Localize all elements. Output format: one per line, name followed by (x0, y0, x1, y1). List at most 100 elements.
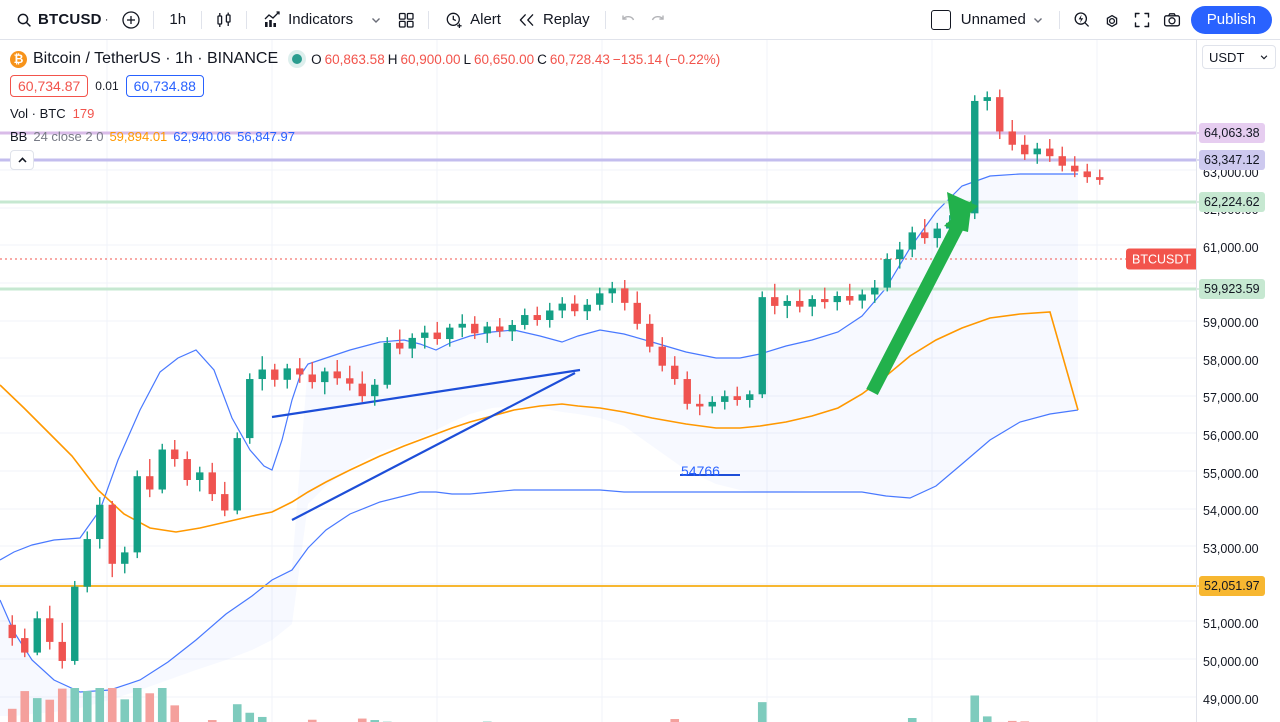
candle-body (1071, 166, 1078, 172)
candle-body (609, 288, 616, 293)
price-level-pill[interactable]: 59,923.59 (1199, 279, 1265, 299)
replay-button[interactable]: Replay (509, 6, 598, 34)
ask-price[interactable]: 60,734.88 (126, 75, 204, 97)
toolbar-divider (428, 11, 429, 29)
candle-body (621, 288, 628, 302)
bollinger-legend[interactable]: BB 24 close 2 0 59,894.01 62,940.06 56,8… (10, 129, 720, 144)
price-level-pill[interactable]: 62,224.62 (1199, 192, 1265, 212)
symbol-search-button[interactable]: BTCUSD · (8, 6, 116, 34)
price-level-pill[interactable]: 63,347.12 (1199, 150, 1265, 170)
change-value: −135.14 (613, 52, 662, 67)
legend-title-row[interactable]: ₿ Bitcoin / TetherUS · 1h · BINANCE O60,… (10, 48, 720, 70)
bid-price[interactable]: 60,734.87 (10, 75, 88, 97)
toolbar-divider (605, 11, 606, 29)
redo-button[interactable] (643, 6, 673, 34)
candle-body (659, 347, 666, 366)
indicators-dropdown-button[interactable] (361, 6, 391, 34)
candle-body (1034, 149, 1041, 155)
market-open-dot (292, 54, 302, 64)
snapshot-button[interactable] (1157, 6, 1187, 34)
currency-label: USDT (1209, 50, 1244, 65)
volume-bar (158, 688, 167, 722)
open-value: 60,863.58 (325, 52, 385, 67)
toolbar-divider (1059, 11, 1060, 29)
candle-body (934, 229, 941, 239)
replay-rewind-icon (517, 10, 537, 30)
ray-price-label[interactable]: 54766 (681, 463, 720, 479)
candle-body (459, 324, 466, 328)
candle-body (1084, 171, 1091, 177)
candle-body (46, 618, 53, 642)
candle-body (121, 552, 128, 563)
candle-body (859, 294, 866, 300)
candle-body (984, 97, 991, 101)
price-tick: 58,000.00 (1203, 354, 1259, 368)
candle-body (921, 232, 928, 238)
candle-body (721, 396, 728, 402)
undo-button[interactable] (613, 6, 643, 34)
candle-body (796, 301, 803, 307)
candle-body (534, 315, 541, 320)
alert-button[interactable]: Alert (436, 6, 509, 34)
volume-bar (70, 688, 79, 722)
plus-circle-icon (121, 10, 141, 30)
volume-bar (95, 688, 104, 722)
indicators-button[interactable]: Indicators (254, 6, 361, 34)
candle-body (771, 297, 778, 306)
open-label: O (311, 52, 322, 67)
candle-body (1009, 131, 1016, 144)
candle-body (221, 494, 228, 510)
volume-bar (58, 689, 67, 722)
price-level-pill[interactable]: 64,063.38 (1199, 123, 1265, 143)
candle-body (409, 338, 416, 349)
chart-canvas[interactable]: ₿ Bitcoin / TetherUS · 1h · BINANCE O60,… (0, 40, 1196, 722)
candle-body (159, 450, 166, 490)
candle-body (546, 310, 553, 320)
volume-bar (133, 688, 142, 722)
volume-bar (258, 717, 267, 722)
candle-body (34, 618, 41, 652)
chart-legend: ₿ Bitcoin / TetherUS · 1h · BINANCE O60,… (10, 48, 720, 170)
volume-bar (170, 705, 179, 722)
top-toolbar: BTCUSD · 1h (0, 0, 1280, 40)
candle-body (1046, 149, 1053, 157)
chart-settings-button[interactable] (1097, 6, 1127, 34)
price-axis[interactable]: USDT 63,000.0062,000.0061,000.0059,000.0… (1196, 40, 1280, 722)
volume-label: Vol · BTC (10, 106, 66, 121)
candle-body (146, 476, 153, 489)
candle-body (271, 370, 278, 380)
price-tick: 54,000.00 (1203, 504, 1259, 518)
collapse-legend-button[interactable] (10, 150, 34, 170)
candle-body (884, 259, 891, 288)
price-tick: 56,000.00 (1203, 429, 1259, 443)
fullscreen-button[interactable] (1127, 6, 1157, 34)
quick-search-button[interactable] (1067, 6, 1097, 34)
candle-body (371, 385, 378, 396)
interval-button[interactable]: 1h (161, 6, 194, 34)
close-label: C (537, 52, 547, 67)
add-symbol-button[interactable] (116, 6, 146, 34)
price-level-pill[interactable]: 52,051.97 (1199, 576, 1265, 596)
chart-type-button[interactable] (209, 6, 239, 34)
bb-lower-value: 56,847.97 (237, 129, 295, 144)
volume-bar (108, 688, 117, 722)
chart-title: Bitcoin / TetherUS · 1h · BINANCE (33, 50, 278, 68)
symbol-label: BTCUSD (38, 11, 102, 28)
candle-body (1059, 156, 1066, 166)
volume-bar (120, 699, 129, 722)
layout-name-label: Unnamed (961, 11, 1026, 28)
candle-body (59, 642, 66, 661)
indicator-templates-button[interactable] (391, 6, 421, 34)
candle-body (734, 396, 741, 400)
currency-selector[interactable]: USDT (1202, 45, 1276, 69)
candle-body (196, 472, 203, 480)
layout-name-button[interactable]: Unnamed (923, 6, 1052, 34)
price-tick: 49,000.00 (1203, 693, 1259, 707)
volume-bar (245, 713, 254, 722)
candle-body (909, 232, 916, 249)
volume-legend[interactable]: Vol · BTC 179 (10, 106, 720, 121)
candle-body (971, 101, 978, 213)
candle-body (184, 459, 191, 480)
publish-button[interactable]: Publish (1191, 6, 1272, 34)
volume-bar (970, 695, 979, 722)
